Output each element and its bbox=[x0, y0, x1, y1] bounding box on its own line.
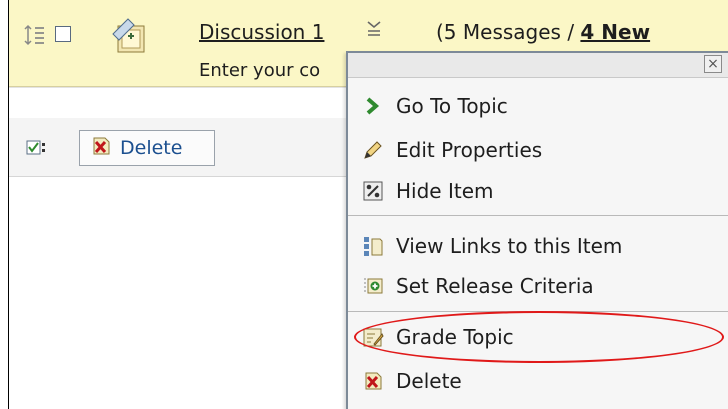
checkbox-selected-icon[interactable] bbox=[26, 139, 46, 156]
delete-button[interactable]: Delete bbox=[79, 130, 215, 166]
menu-item-hide-item[interactable]: Hide Item bbox=[362, 172, 728, 210]
menu-item-label: Go To Topic bbox=[396, 94, 508, 118]
menu-item-label: Delete bbox=[396, 369, 462, 393]
topic-title-link[interactable]: Discussion 1 bbox=[199, 20, 324, 44]
menu-item-go-to-topic[interactable]: Go To Topic bbox=[362, 87, 728, 125]
menu-item-label: Hide Item bbox=[396, 179, 494, 203]
menu-divider bbox=[348, 215, 728, 216]
menu-item-delete[interactable]: Delete bbox=[362, 362, 728, 400]
topic-description: Enter your co bbox=[199, 60, 321, 81]
links-icon bbox=[362, 235, 384, 257]
release-criteria-icon bbox=[362, 275, 384, 297]
delete-icon bbox=[362, 370, 384, 392]
message-count: (5 Messages / 4 New bbox=[436, 20, 650, 44]
menu-item-grade-topic[interactable]: Grade Topic bbox=[362, 318, 728, 356]
menu-item-label: Edit Properties bbox=[396, 138, 543, 162]
reorder-icon[interactable] bbox=[24, 22, 46, 48]
chevron-right-icon bbox=[362, 95, 384, 117]
delete-button-label: Delete bbox=[120, 137, 183, 159]
menu-item-label: Set Release Criteria bbox=[396, 274, 594, 298]
pencil-icon bbox=[362, 139, 384, 161]
menu-item-label: Grade Topic bbox=[396, 325, 514, 349]
row-checkbox[interactable] bbox=[55, 26, 71, 42]
context-menu-icon[interactable] bbox=[363, 18, 385, 42]
context-menu-titlebar bbox=[348, 53, 728, 78]
menu-item-set-release-criteria[interactable]: Set Release Criteria bbox=[362, 267, 728, 305]
menu-item-view-links[interactable]: View Links to this Item bbox=[362, 227, 728, 265]
menu-item-edit-properties[interactable]: Edit Properties bbox=[362, 131, 728, 169]
discussion-topic-icon bbox=[110, 16, 150, 56]
menu-item-label: View Links to this Item bbox=[396, 234, 623, 258]
close-icon[interactable]: × bbox=[704, 55, 722, 73]
hide-icon bbox=[362, 180, 384, 202]
message-count-text: (5 Messages / bbox=[436, 20, 581, 44]
menu-divider bbox=[348, 311, 728, 312]
divider bbox=[9, 87, 370, 88]
delete-icon bbox=[90, 135, 112, 161]
new-messages-link[interactable]: 4 New bbox=[580, 20, 650, 44]
grade-icon bbox=[362, 326, 384, 348]
